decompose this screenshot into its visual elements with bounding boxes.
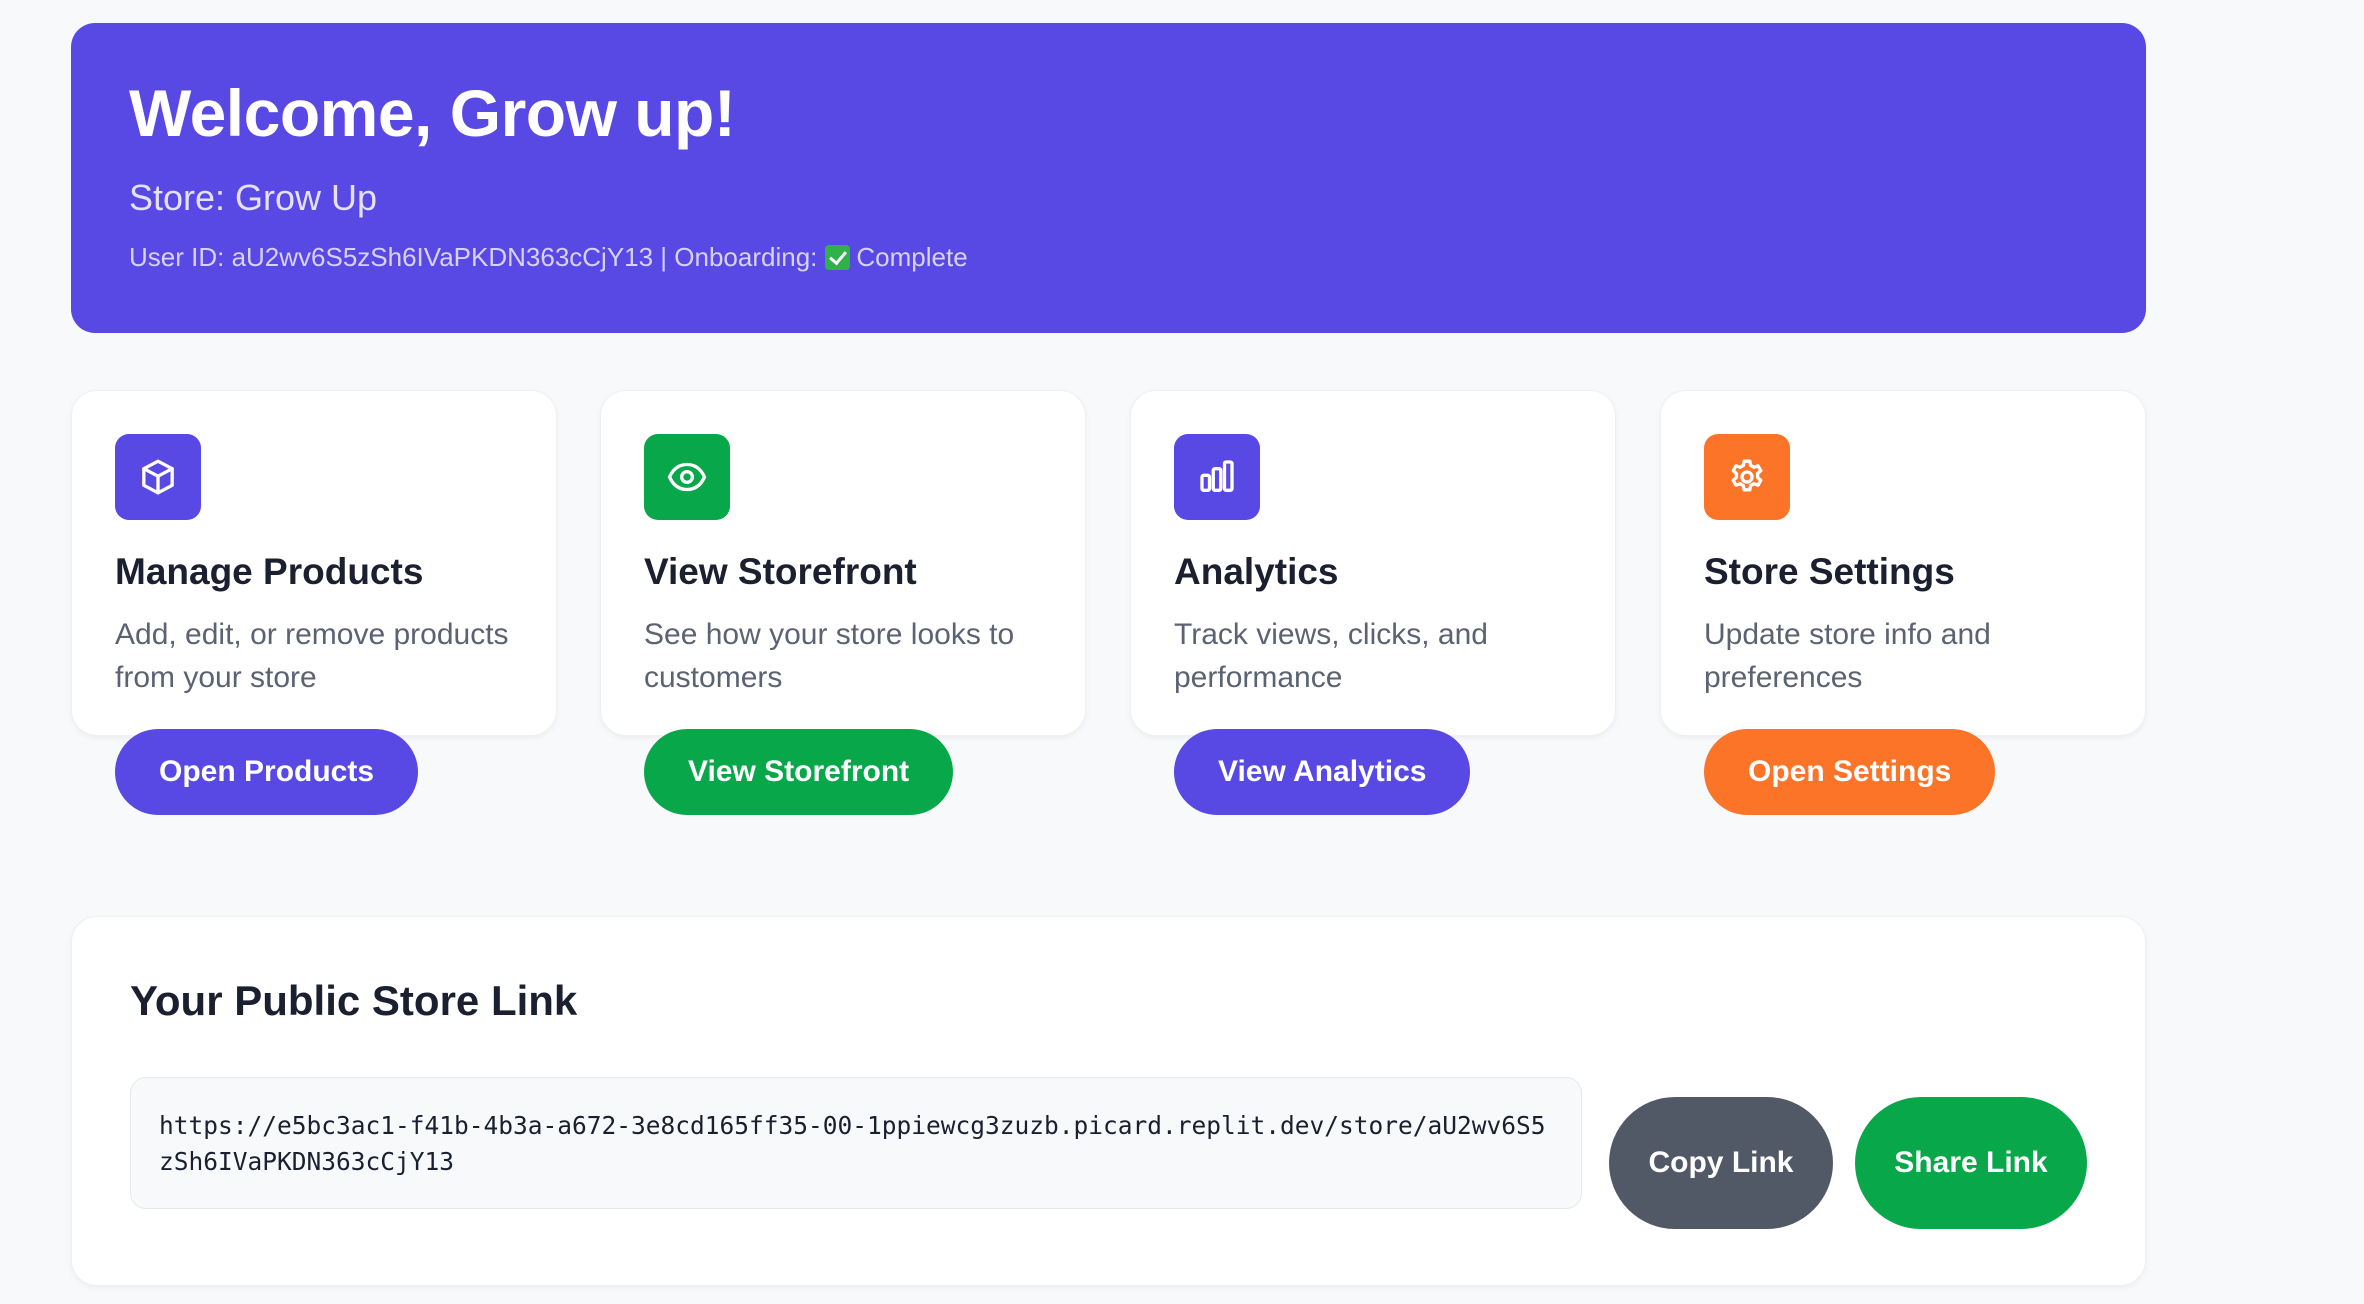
card-description: See how your store looks to customers [644,618,1015,694]
card-title: Analytics [1174,551,1339,592]
bar-chart-icon [1174,434,1260,520]
user-id-text: User ID: aU2wv6S5zSh6IVaPKDN363cCjY13 | … [129,242,818,272]
check-icon [825,245,851,270]
public-link-panel: Your Public Store Link https://e5bc3ac1-… [71,916,2146,1286]
view-analytics-button[interactable]: View Analytics [1174,729,1471,815]
card-manage-products: Manage Products Add, edit, or remove pro… [71,390,557,815]
open-settings-button[interactable]: Open Settings [1704,729,1996,815]
public-link-heading: Your Public Store Link [130,977,578,1024]
open-products-button[interactable]: Open Products [115,729,419,815]
dashboard: Welcome, Grow up! Store: Grow Up User ID… [71,23,2146,1286]
gear-icon [1704,434,1790,520]
card-description: Update store info and preferences [1704,618,1991,694]
view-storefront-button[interactable]: View Storefront [644,729,954,815]
cube-icon [115,434,201,520]
share-link-button[interactable]: Share Link [1855,1097,2087,1229]
card-description: Add, edit, or remove products from your … [115,618,509,694]
card-store-settings: Store Settings Update store info and pre… [1660,390,2146,815]
welcome-title: Welcome, Grow up! [129,76,736,150]
welcome-banner: Welcome, Grow up! Store: Grow Up User ID… [71,23,2146,333]
action-cards: Manage Products Add, edit, or remove pro… [71,390,2146,815]
card-view-storefront: View Storefront See how your store looks… [600,390,1086,815]
onboarding-status: Complete [856,242,968,272]
store-url-field[interactable]: https://e5bc3ac1-f41b-4b3a-a672-3e8cd165… [130,1077,1582,1209]
copy-link-button[interactable]: Copy Link [1609,1097,1833,1229]
card-title: Store Settings [1704,551,1955,592]
card-title: Manage Products [115,551,424,592]
store-name: Store: Grow Up [129,177,378,218]
card-title: View Storefront [644,551,917,592]
eye-icon [644,434,730,520]
card-analytics: Analytics Track views, clicks, and perfo… [1130,390,1616,815]
card-description: Track views, clicks, and performance [1174,618,1488,694]
user-meta: User ID: aU2wv6S5zSh6IVaPKDN363cCjY13 | … [129,242,968,273]
